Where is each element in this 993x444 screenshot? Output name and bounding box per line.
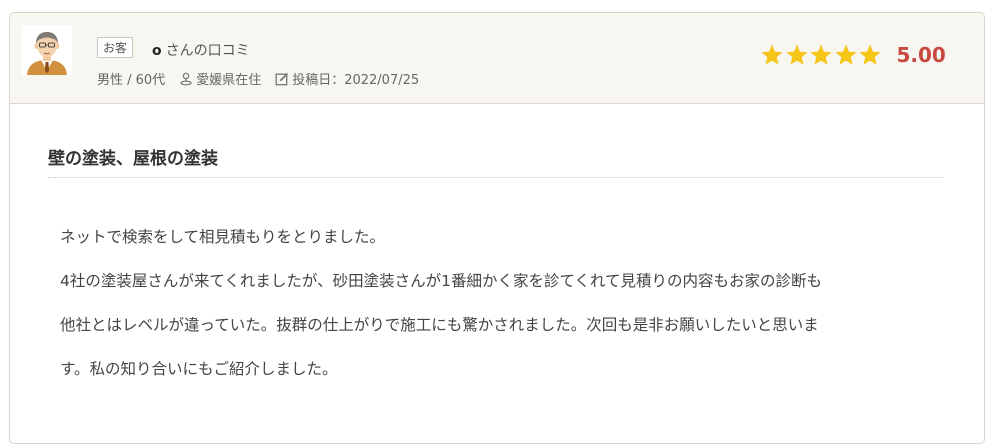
reviewer-line: o さんの口コミ [152, 40, 250, 60]
star-icon [859, 44, 881, 65]
reviewer-meta: 男性 / 60代 愛媛県在住 投稿日：2022/07/25 [97, 69, 419, 88]
reviewer-suffix: さんの口コミ [165, 43, 250, 59]
rating-value: 5.00 [896, 43, 946, 67]
review-body: ネットで検索をして相見積もりをとりました。 4社の塗装屋さんが来てくれましたが、… [60, 215, 940, 391]
rating: 5.00 [760, 43, 946, 67]
posted-item: 投稿日：2022/07/25 [275, 69, 419, 88]
review-header: お客 o さんの口コミ 男性 / 60代 愛媛県在住 投稿日：2022/07/2… [10, 13, 984, 104]
edit-note-icon [275, 72, 289, 85]
reviewer-name: o [152, 43, 162, 59]
star-icon [786, 44, 807, 65]
star-rating [760, 43, 883, 67]
review-body-line: 4社の塗装屋さんが来てくれましたが、砂田塗装さんが1番細かく家を診てくれて見積り… [60, 272, 823, 290]
elderly-man-avatar-icon [22, 25, 72, 75]
location-text: 愛媛県在住 [196, 73, 262, 88]
review-body-line: ネットで検索をして相見積もりをとりました。 [60, 228, 386, 246]
location-item: 愛媛県在住 [179, 69, 261, 88]
review-title: 壁の塗装、屋根の塗装 [48, 144, 944, 178]
star-icon [810, 44, 832, 65]
customer-badge: お客 [97, 37, 134, 58]
review-card: お客 o さんの口コミ 男性 / 60代 愛媛県在住 投稿日：2022/07/2… [9, 12, 985, 444]
review-body-line: 他社とはレベルが違っていた。抜群の仕上がりで施工にも驚かされました。次回も是非お… [60, 316, 819, 334]
star-icon [761, 44, 783, 65]
gender-age: 男性 / 60代 [97, 73, 166, 88]
reviewer-avatar [22, 25, 72, 75]
map-pin-person-icon [180, 72, 192, 85]
posted-date: 投稿日：2022/07/25 [292, 73, 420, 88]
star-icon [835, 44, 856, 65]
review-body-line: す。私の知り合いにもご紹介しました。 [60, 360, 338, 378]
